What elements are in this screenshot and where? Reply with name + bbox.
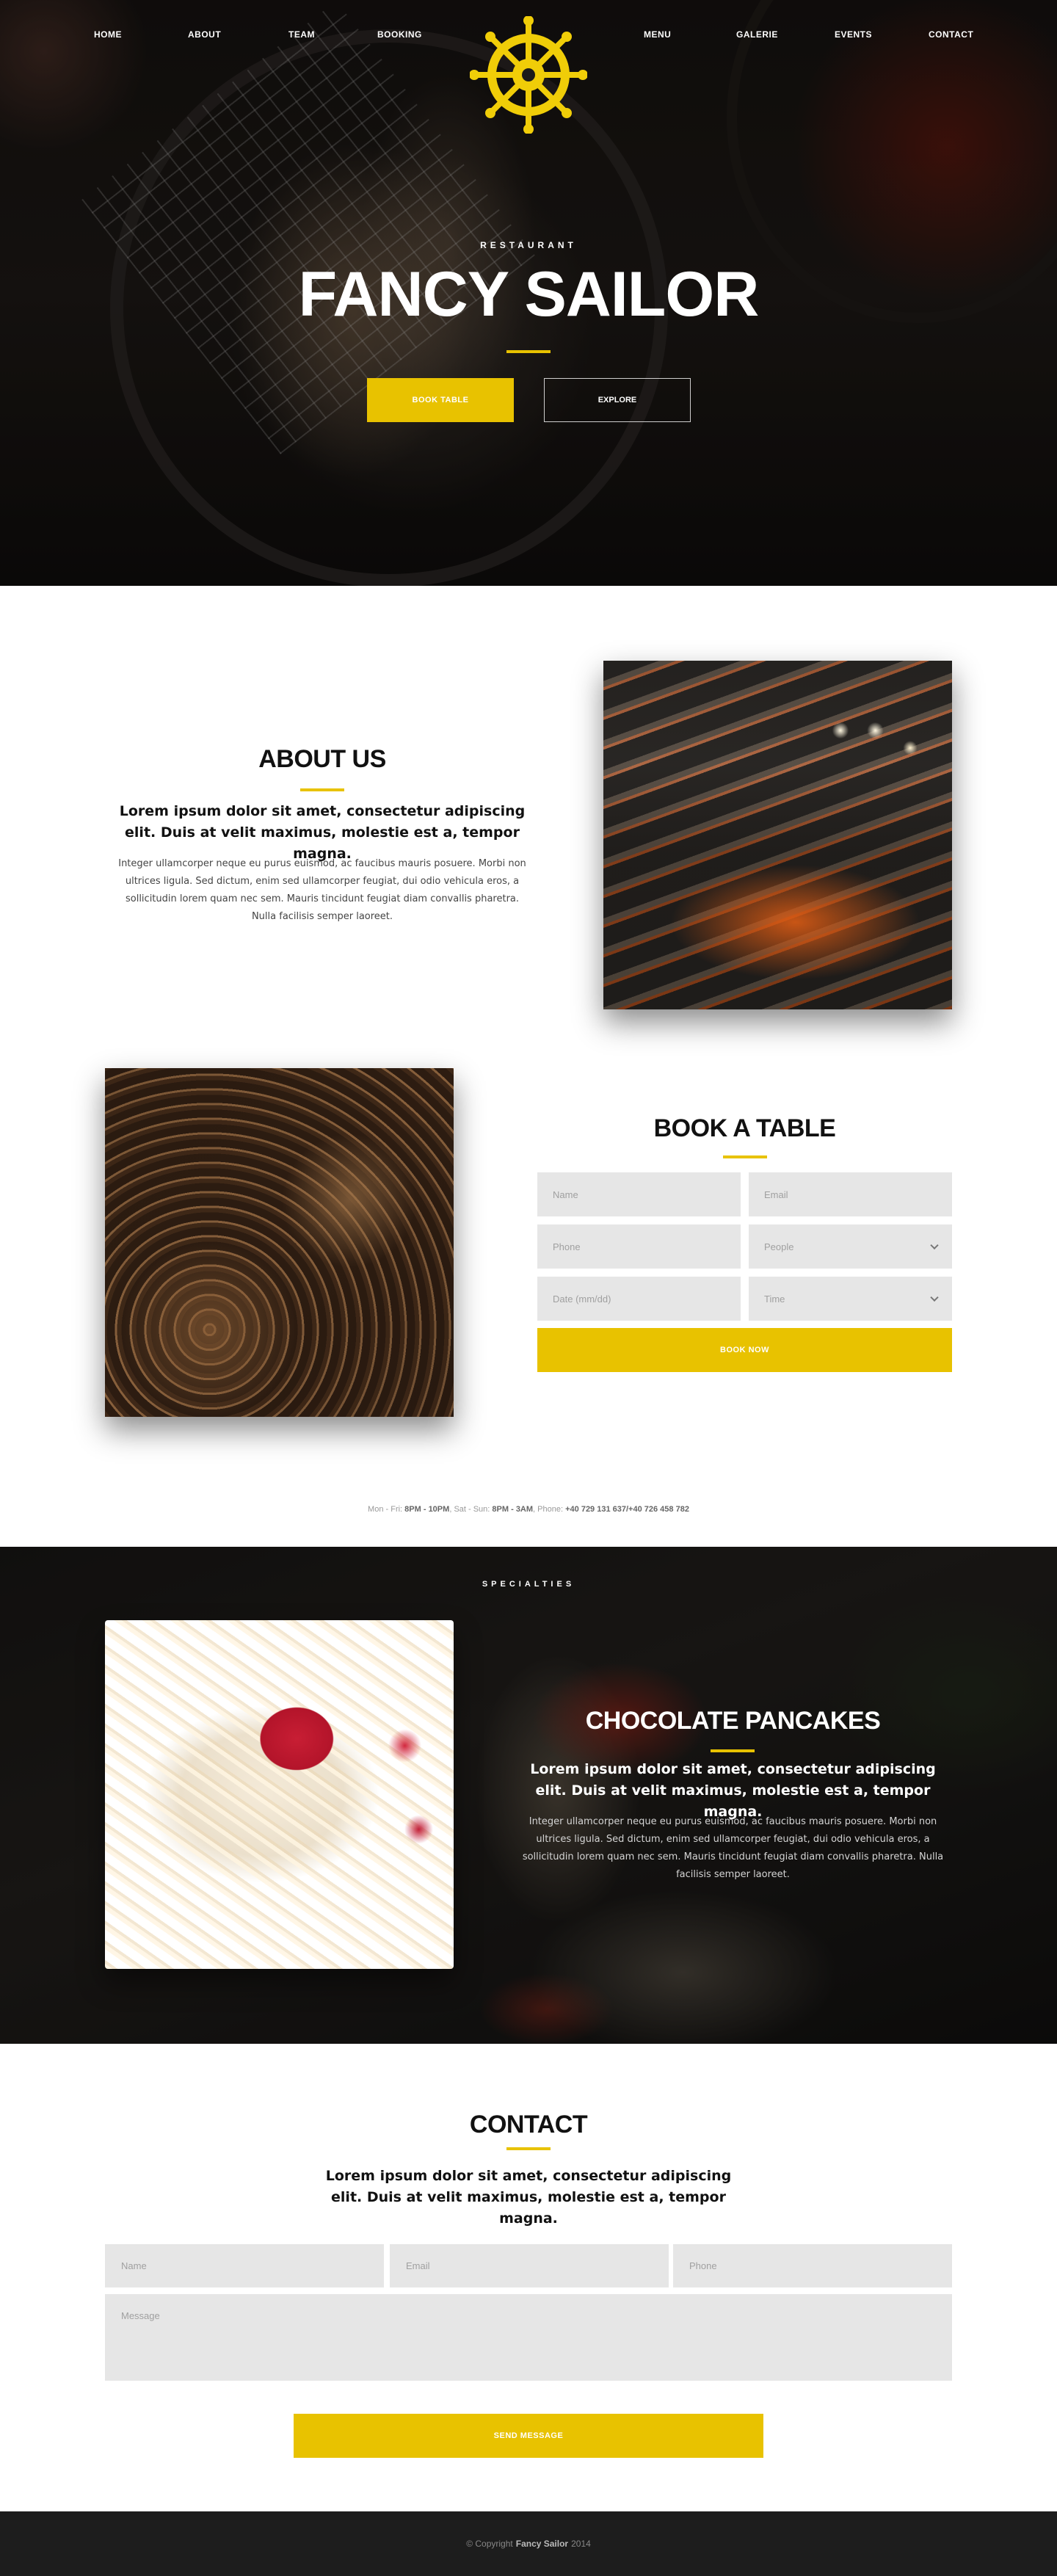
copyright-prefix: © Copyright — [466, 2539, 513, 2549]
explore-button[interactable]: EXPLORE — [544, 378, 691, 422]
booking-time-select[interactable]: Time — [749, 1277, 952, 1321]
footer: © Copyright Fancy Sailor 2014 — [0, 2511, 1057, 2576]
nav-team[interactable]: TEAM — [288, 29, 315, 40]
weekday-hours: 8PM - 10PM — [404, 1505, 450, 1514]
contact-phone-field[interactable]: Phone — [673, 2244, 952, 2287]
dish-image — [105, 1620, 454, 1969]
weekend-label: Sat - Sun: — [454, 1505, 490, 1514]
specialties-section: SPECIALTIES CHOCOLATE PANCAKES Lorem ips… — [0, 1547, 1057, 2044]
about-body: Integer ullamcorper neque eu purus euism… — [118, 858, 526, 922]
nav-menu[interactable]: MENU — [644, 29, 671, 40]
vintage-clock-image — [105, 1068, 454, 1417]
booking-date-field[interactable]: Date (mm/dd) — [537, 1277, 741, 1321]
about-divider — [300, 788, 344, 791]
chevron-down-icon — [930, 1293, 939, 1302]
ship-wheel-icon[interactable] — [469, 15, 588, 134]
book-now-button[interactable]: BOOK NOW — [537, 1328, 952, 1372]
nav-galerie[interactable]: GALERIE — [736, 29, 778, 40]
specialty-divider — [711, 1749, 755, 1752]
nav-home[interactable]: HOME — [94, 29, 122, 40]
hero-divider — [506, 350, 551, 353]
restaurant-kitchen-image — [603, 661, 952, 1009]
chevron-down-icon — [930, 1241, 939, 1250]
opening-hours: Mon - Fri: 8PM - 10PM, Sat - Sun: 8PM - … — [368, 1505, 689, 1514]
send-message-button[interactable]: SEND MESSAGE — [294, 2414, 763, 2458]
copyright-year: 2014 — [571, 2539, 591, 2549]
specialties-eyebrow: SPECIALTIES — [482, 1580, 575, 1589]
booking-phone-field[interactable]: Phone — [537, 1224, 741, 1269]
contact-name-field[interactable]: Name — [105, 2244, 384, 2287]
copyright-brand: Fancy Sailor — [515, 2539, 569, 2549]
weekday-label: Mon - Fri: — [368, 1505, 403, 1514]
hero-section: HOME ABOUT TEAM BOOKING MENU GALERIE EVE… — [0, 0, 1057, 586]
booking-name-field[interactable]: Name — [537, 1172, 741, 1216]
contact-email-field[interactable]: Email — [390, 2244, 669, 2287]
contact-title: CONTACT — [469, 2111, 588, 2138]
booking-people-select[interactable]: People — [749, 1224, 952, 1269]
weekend-hours: 8PM - 3AM — [492, 1505, 534, 1514]
nav-about[interactable]: ABOUT — [188, 29, 221, 40]
booking-divider — [723, 1155, 767, 1158]
contact-lead: Lorem ipsum dolor sit amet, consectetur … — [325, 2168, 732, 2227]
hero-title: FANCY SAILOR — [298, 259, 760, 330]
nav-contact[interactable]: CONTACT — [929, 29, 973, 40]
booking-title: BOOK A TABLE — [653, 1114, 836, 1142]
contact-divider — [506, 2147, 551, 2150]
booking-email-field[interactable]: Email — [749, 1172, 952, 1216]
specialty-title: CHOCOLATE PANCAKES — [585, 1707, 881, 1735]
about-title: ABOUT US — [258, 745, 386, 773]
nav-events[interactable]: EVENTS — [835, 29, 872, 40]
book-table-button[interactable]: BOOK TABLE — [367, 378, 514, 422]
hero-eyebrow: RESTAURANT — [480, 240, 577, 250]
nav-booking[interactable]: BOOKING — [377, 29, 422, 40]
contact-message-field[interactable]: Message — [105, 2294, 952, 2381]
phone-label: Phone: — [537, 1505, 564, 1514]
time-select-label: Time — [764, 1293, 785, 1305]
specialty-body: Integer ullamcorper neque eu purus euism… — [522, 1816, 944, 1880]
people-select-label: People — [764, 1241, 794, 1252]
page: HOME ABOUT TEAM BOOKING MENU GALERIE EVE… — [0, 0, 1057, 2576]
phone-numbers: +40 729 131 637/+40 726 458 782 — [565, 1505, 689, 1514]
